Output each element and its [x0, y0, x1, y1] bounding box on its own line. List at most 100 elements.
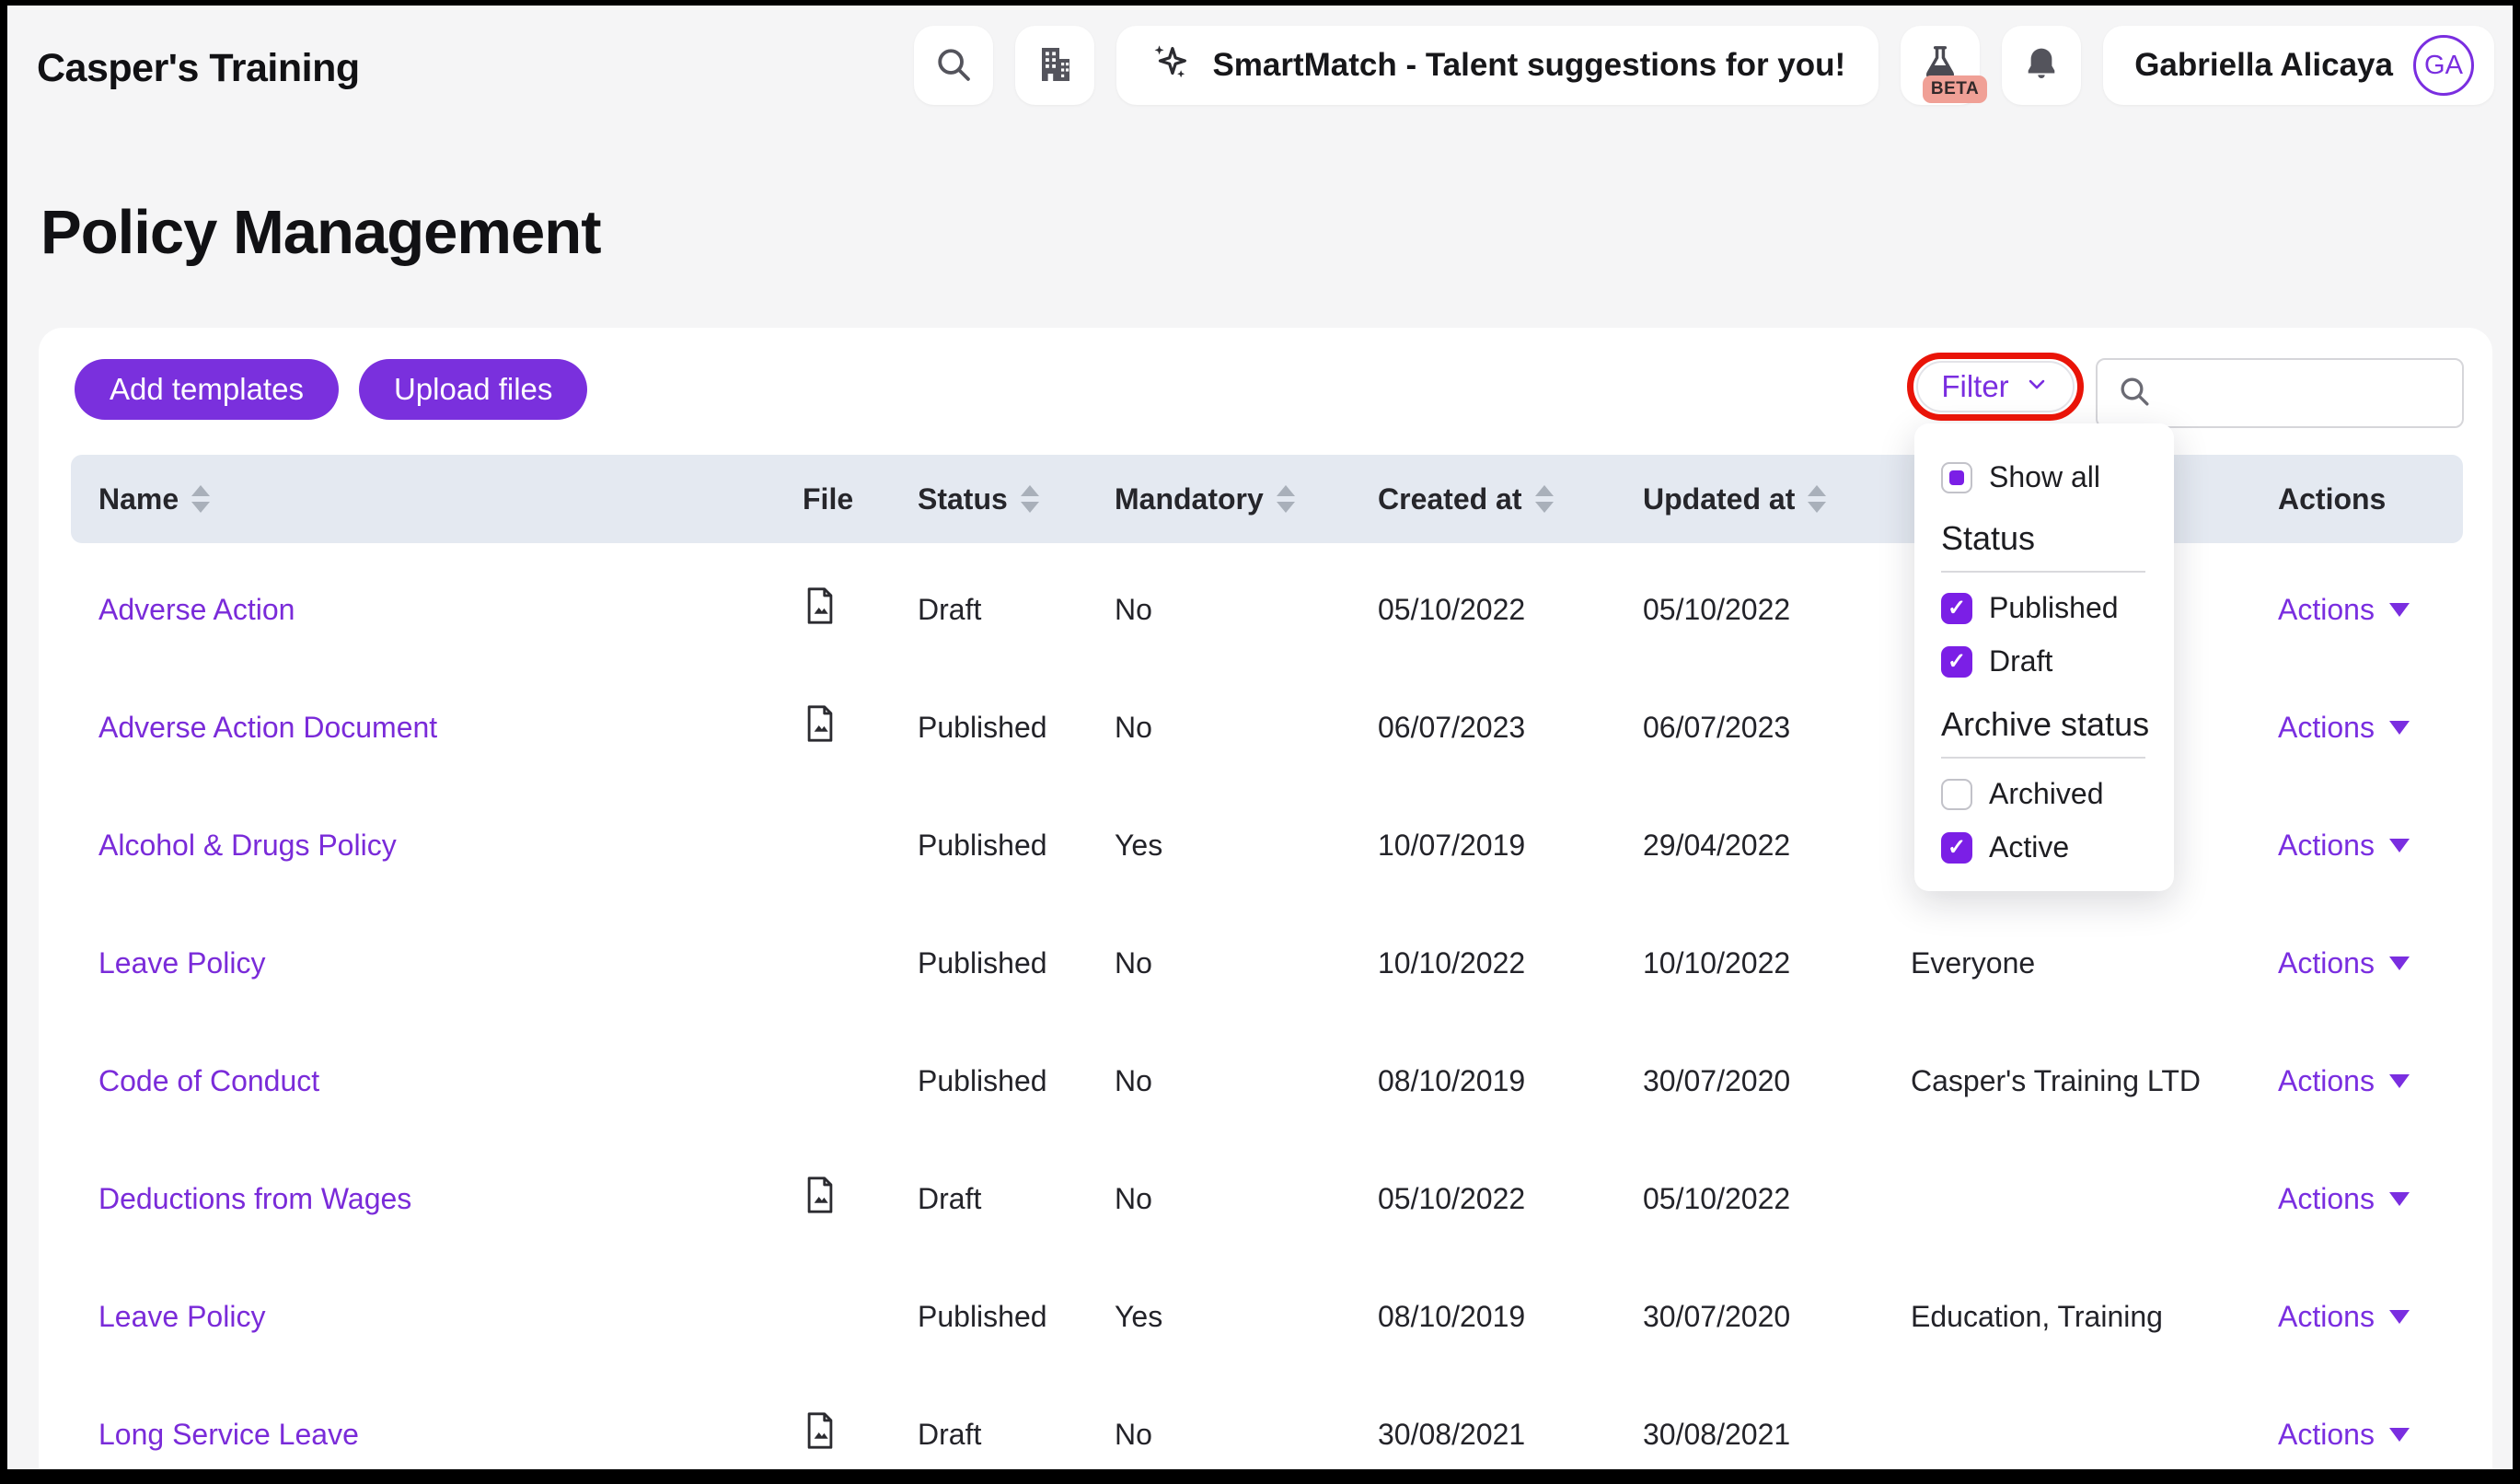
active-checkbox[interactable] — [1941, 832, 1972, 864]
filter-option-show-all[interactable]: Show all — [1941, 460, 2100, 494]
policy-name-link[interactable]: Adverse Action Document — [98, 711, 437, 744]
filter-label: Filter — [1941, 369, 2008, 404]
page-title: Policy Management — [40, 197, 601, 268]
status-cell: Draft — [890, 1418, 1087, 1452]
actions-cell: Actions — [2250, 946, 2463, 980]
file-cell — [775, 585, 890, 634]
row-actions-button[interactable]: Actions — [2278, 829, 2410, 863]
mandatory-cell: No — [1087, 1182, 1350, 1216]
notifications-button[interactable] — [2002, 26, 2081, 105]
table-row: Leave Policy Published Yes 08/10/2019 30… — [71, 1258, 2463, 1375]
draft-checkbox[interactable] — [1941, 646, 1972, 678]
policy-name-link[interactable]: Leave Policy — [98, 946, 265, 980]
policy-name-link[interactable]: Alcohol & Drugs Policy — [98, 829, 397, 862]
sort-arrows-icon — [191, 485, 210, 513]
row-actions-label: Actions — [2278, 1182, 2375, 1216]
row-actions-button[interactable]: Actions — [2278, 593, 2410, 627]
actions-cell: Actions — [2250, 1064, 2463, 1098]
upload-files-button[interactable]: Upload files — [359, 359, 587, 420]
mandatory-cell: Yes — [1087, 829, 1350, 863]
status-cell: Published — [890, 1300, 1087, 1334]
column-header-created-at[interactable]: Created at — [1350, 482, 1615, 516]
policy-name-link[interactable]: Long Service Leave — [98, 1418, 359, 1451]
actions-cell: Actions — [2250, 1300, 2463, 1334]
filter-option-archived[interactable]: Archived — [1941, 777, 2104, 811]
row-actions-button[interactable]: Actions — [2278, 946, 2410, 980]
app-window: Casper's Training — [7, 6, 2513, 1469]
table-search-input[interactable] — [2166, 377, 2492, 410]
file-cell — [775, 702, 890, 752]
policy-name-link[interactable]: Adverse Action — [98, 593, 295, 626]
table-row: Deductions from Wages Draft No 05/10/202… — [71, 1140, 2463, 1258]
mandatory-cell: No — [1087, 593, 1350, 627]
filter-option-label: Active — [1989, 830, 2069, 864]
building-icon — [1033, 42, 1077, 89]
user-menu-button[interactable]: Gabriella Alicaya GA — [2103, 26, 2494, 105]
archived-checkbox[interactable] — [1941, 779, 1972, 810]
filter-button[interactable]: Filter — [1916, 361, 2075, 412]
filter-option-draft[interactable]: Draft — [1941, 644, 2052, 678]
caret-down-icon — [2389, 1428, 2410, 1442]
row-actions-button[interactable]: Actions — [2278, 1064, 2410, 1098]
status-cell: Published — [890, 1064, 1087, 1098]
organisation-button[interactable] — [1015, 26, 1094, 105]
column-header-file: File — [775, 482, 890, 516]
created-at-cell: 06/07/2023 — [1350, 711, 1615, 745]
column-header-status[interactable]: Status — [890, 482, 1087, 516]
status-cell: Draft — [890, 593, 1087, 627]
smartmatch-button[interactable]: SmartMatch - Talent suggestions for you! — [1116, 26, 1878, 105]
created-at-cell: 05/10/2022 — [1350, 593, 1615, 627]
actions-cell: Actions — [2250, 829, 2463, 863]
column-header-updated-at[interactable]: Updated at — [1615, 482, 1883, 516]
labs-button[interactable]: BETA — [1901, 26, 1980, 105]
caret-down-icon — [2389, 1310, 2410, 1324]
caret-down-icon — [2389, 1192, 2410, 1206]
bell-icon — [2021, 44, 2062, 87]
avatar: GA — [2413, 35, 2474, 96]
add-templates-button[interactable]: Add templates — [75, 359, 339, 420]
actions-cell: Actions — [2250, 1418, 2463, 1452]
policy-name-link[interactable]: Leave Policy — [98, 1300, 265, 1333]
global-search-button[interactable] — [914, 26, 993, 105]
row-actions-button[interactable]: Actions — [2278, 1182, 2410, 1216]
file-image-icon — [803, 1174, 838, 1223]
smartmatch-label: SmartMatch - Talent suggestions for you! — [1212, 47, 1845, 84]
created-at-cell: 10/10/2022 — [1350, 946, 1615, 980]
column-header-mandatory[interactable]: Mandatory — [1087, 482, 1350, 516]
row-actions-label: Actions — [2278, 711, 2375, 745]
search-icon — [932, 43, 975, 88]
caret-down-icon — [2389, 839, 2410, 852]
row-actions-button[interactable]: Actions — [2278, 711, 2410, 745]
updated-at-cell: 06/07/2023 — [1615, 711, 1883, 745]
updated-at-cell: 10/10/2022 — [1615, 946, 1883, 980]
show-all-checkbox[interactable] — [1941, 462, 1972, 493]
updated-at-cell: 30/08/2021 — [1615, 1418, 1883, 1452]
filter-option-label: Draft — [1989, 644, 2052, 678]
filter-option-published[interactable]: Published — [1941, 591, 2119, 625]
row-actions-button[interactable]: Actions — [2278, 1300, 2410, 1334]
row-actions-button[interactable]: Actions — [2278, 1418, 2410, 1452]
actions-cell: Actions — [2250, 593, 2463, 627]
created-at-cell: 08/10/2019 — [1350, 1064, 1615, 1098]
column-header-name[interactable]: Name — [71, 482, 775, 516]
row-actions-label: Actions — [2278, 1418, 2375, 1452]
file-cell — [775, 1174, 890, 1223]
table-row: Code of Conduct Published No 08/10/2019 … — [71, 1022, 2463, 1140]
beta-badge: BETA — [1923, 75, 1987, 103]
table-search-box — [2096, 358, 2464, 428]
sort-arrows-icon — [1021, 485, 1039, 513]
policy-name-link[interactable]: Code of Conduct — [98, 1064, 319, 1097]
filter-option-active[interactable]: Active — [1941, 830, 2069, 864]
status-cell: Published — [890, 946, 1087, 980]
filter-dropdown-menu: Show all Status Published Draft Archive … — [1914, 423, 2174, 891]
published-checkbox[interactable] — [1941, 593, 1972, 624]
applies-to-cell: Everyone — [1883, 946, 2250, 980]
file-image-icon — [803, 1409, 838, 1459]
sort-arrows-icon — [1277, 485, 1295, 513]
policy-name-cell: Leave Policy — [71, 946, 775, 980]
mandatory-cell: No — [1087, 1418, 1350, 1452]
divider — [1941, 571, 2145, 573]
card-toolbar: Add templates Upload files — [75, 359, 587, 420]
policy-name-link[interactable]: Deductions from Wages — [98, 1182, 411, 1215]
status-cell: Published — [890, 829, 1087, 863]
